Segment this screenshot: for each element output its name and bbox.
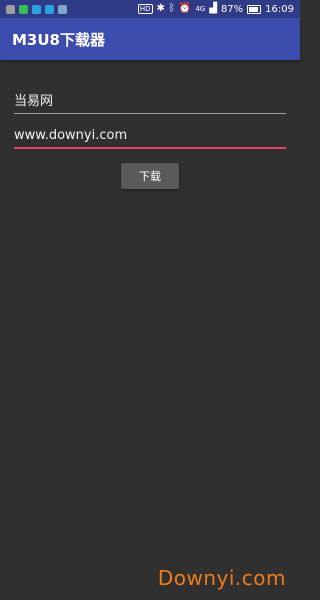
wechat-icon: [19, 4, 28, 14]
status-indicators: HD ✱ ᛒ ⏰ 4G ▟ 87% 16:09: [137, 3, 300, 15]
url-field-underline: [14, 147, 286, 149]
app-bar: M3U8下载器: [0, 18, 300, 60]
battery-icon: [247, 4, 262, 14]
watermark: Downyi.com: [157, 566, 286, 590]
name-field[interactable]: 当易网: [14, 90, 286, 114]
screen-icon: [6, 4, 15, 14]
hd-badge: HD: [137, 4, 153, 14]
bell-icon: [58, 4, 67, 14]
name-field-underline: [14, 113, 286, 114]
app-title: M3U8下载器: [12, 30, 105, 49]
url-field[interactable]: www.downyi.com: [14, 128, 286, 149]
alarm-icon: ⏰: [178, 3, 192, 14]
chat-icon: [45, 4, 54, 14]
clock: 16:09: [265, 3, 294, 15]
notification-icons: [0, 4, 67, 14]
status-bar: HD ✱ ᛒ ⏰ 4G ▟ 87% 16:09: [0, 0, 300, 18]
vibrate-icon: ✱: [156, 3, 165, 14]
network-type: 4G: [195, 5, 206, 13]
signal-icon: ▟: [209, 3, 217, 14]
bluetooth-icon: ᛒ: [168, 3, 175, 14]
battery-percent: 87%: [220, 3, 244, 15]
battery-fill: [249, 6, 259, 12]
name-field-value[interactable]: 当易网: [14, 90, 286, 113]
url-field-value[interactable]: www.downyi.com: [14, 128, 286, 147]
download-button[interactable]: 下载: [121, 163, 179, 189]
message-icon: [32, 4, 41, 14]
